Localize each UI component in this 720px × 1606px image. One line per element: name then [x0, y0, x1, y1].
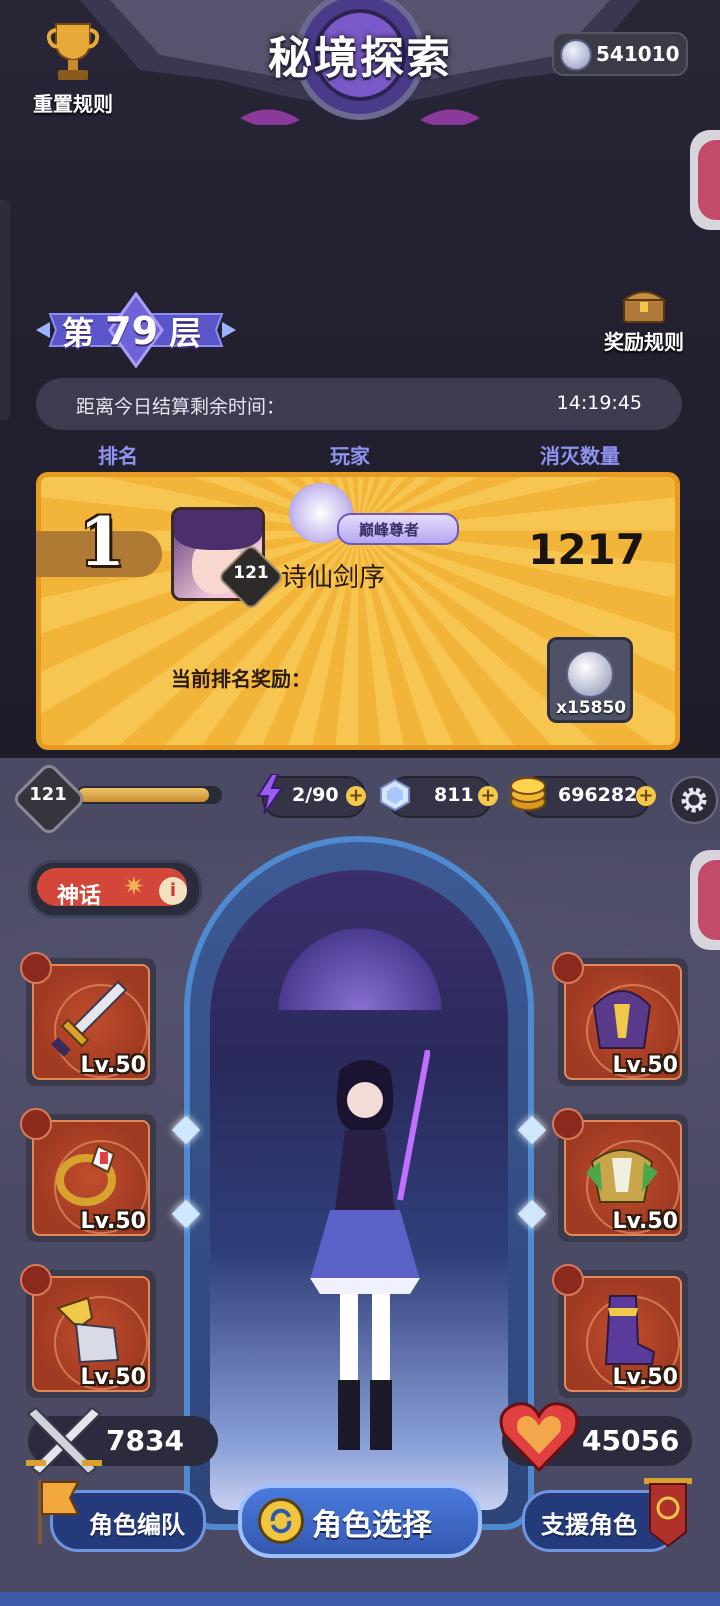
gauntlet-icon — [56, 1296, 120, 1364]
reward-item[interactable]: x15850 — [547, 637, 633, 723]
gem-value: 811 — [434, 784, 474, 806]
add-energy-button[interactable]: + — [346, 786, 366, 806]
equipment-slot-boots[interactable]: Lv.50 — [552, 1264, 688, 1398]
settlement-timer: 距离今日结算剩余时间： 14:19:45 — [36, 378, 682, 430]
side-tab-bottom[interactable] — [690, 850, 720, 950]
refresh-icon — [258, 1498, 304, 1544]
add-gem-button[interactable]: + — [478, 786, 498, 806]
sparkle-icon: ✷ — [123, 872, 145, 902]
heart-icon — [499, 1402, 579, 1473]
add-gold-button[interactable]: + — [636, 786, 656, 806]
reward-rules-button[interactable]: 奖励规则 — [594, 284, 694, 364]
reset-rules-button[interactable]: 重置规则 — [18, 20, 128, 120]
side-handle — [0, 200, 10, 420]
equipment-slot-armor[interactable]: Lv.50 — [552, 1108, 688, 1242]
diamond-icon — [380, 778, 410, 812]
title-badge: 巅峰尊者 — [337, 513, 459, 545]
character-figure — [310, 1050, 430, 1450]
floor-number: 79 — [105, 309, 159, 353]
reset-rules-label: 重置规则 — [33, 92, 113, 116]
floor-label: 第 79 层 — [36, 298, 236, 362]
equipment-level: Lv.50 — [612, 1053, 678, 1078]
attack-value: 7834 — [106, 1424, 184, 1457]
equipment-level: Lv.50 — [80, 1053, 146, 1078]
bottom-strip — [0, 1592, 720, 1606]
reward-quantity: x15850 — [556, 698, 627, 718]
rarity-label: 神话 — [57, 884, 102, 909]
gold-coins-icon — [510, 777, 546, 811]
currency-display: 541010 — [552, 32, 688, 76]
rarity-badge[interactable]: 神话 ✷ i — [28, 860, 202, 918]
settings-button[interactable] — [670, 776, 718, 824]
sword-icon — [51, 980, 128, 1057]
banner-icon — [644, 1478, 692, 1548]
equipment-level: Lv.50 — [612, 1365, 678, 1390]
helmet-icon — [592, 990, 652, 1049]
equipment-level: Lv.50 — [80, 1365, 146, 1390]
energy-value: 2/90 — [292, 784, 339, 806]
character-portrait[interactable] — [184, 836, 534, 1530]
timer-label: 距离今日结算剩余时间： — [76, 396, 286, 418]
equipment-slot-ring[interactable]: Lv.50 — [20, 1108, 156, 1242]
column-player: 玩家 — [330, 444, 370, 468]
account-level: 121 — [29, 784, 67, 805]
side-tab-top[interactable] — [690, 130, 720, 230]
player-level: 121 — [233, 563, 269, 583]
equipment-level: Lv.50 — [612, 1209, 678, 1234]
floor-prefix: 第 — [62, 314, 95, 352]
top-rank-card[interactable]: 1 121 巅峰尊者 诗仙剑序 1217 当前排名奖励： x15850 — [36, 472, 680, 750]
crossed-swords-icon — [26, 1406, 102, 1476]
trophy-icon — [46, 23, 100, 80]
currency-value: 541010 — [596, 42, 680, 66]
ring-icon — [56, 1144, 116, 1206]
info-icon[interactable]: i — [159, 877, 187, 905]
timer-value: 14:19:45 — [556, 392, 642, 414]
equipment-level: Lv.50 — [80, 1209, 146, 1234]
support-character-label: 支援角色 — [541, 1511, 637, 1539]
kill-count: 1217 — [528, 525, 645, 574]
character-select-button[interactable]: 角色选择 — [238, 1484, 482, 1558]
rank-number: 1 — [79, 503, 125, 581]
flag-icon — [38, 1480, 80, 1544]
silver-star-coin-icon — [566, 650, 614, 698]
gold-value: 696282 — [558, 784, 638, 806]
equipment-slot-weapon[interactable]: Lv.50 — [20, 952, 156, 1086]
column-rank: 排名 — [98, 444, 138, 468]
team-formation-label: 角色编队 — [89, 1511, 185, 1539]
silver-star-coin-icon — [560, 39, 592, 71]
health-value: 45056 — [582, 1424, 680, 1457]
column-kills: 消灭数量 — [540, 444, 620, 468]
treasure-chest-icon — [622, 291, 666, 323]
xp-bar-fill — [78, 788, 209, 802]
current-reward-label: 当前排名奖励： — [171, 667, 311, 691]
floor-suffix: 层 — [169, 314, 202, 352]
lightning-icon — [256, 774, 284, 814]
boots-icon — [604, 1295, 656, 1365]
character-select-label: 角色选择 — [312, 1508, 432, 1543]
equipment-slot-gauntlet[interactable]: Lv.50 — [20, 1264, 156, 1398]
title-badge-text: 巅峰尊者 — [359, 521, 420, 539]
armor-icon — [586, 1149, 658, 1203]
player-name: 诗仙剑序 — [281, 563, 386, 593]
reward-rules-label: 奖励规则 — [604, 330, 684, 354]
gear-icon — [681, 787, 707, 813]
equipment-slot-helmet[interactable]: Lv.50 — [552, 952, 688, 1086]
